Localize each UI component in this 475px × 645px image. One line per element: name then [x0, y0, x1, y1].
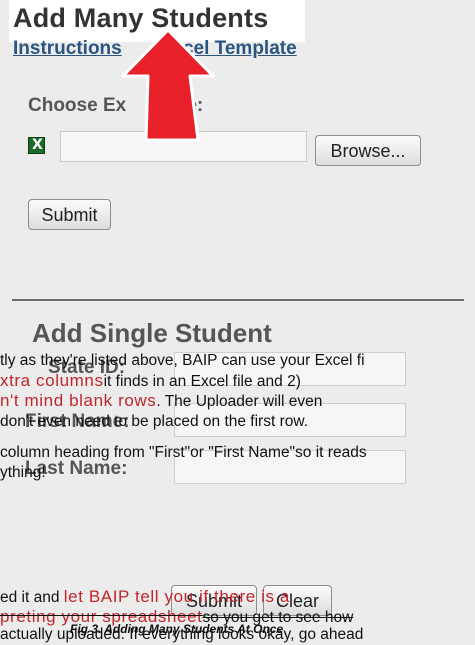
upload-submit-button[interactable]: Submit [28, 199, 111, 230]
browse-button[interactable]: Browse... [315, 135, 421, 166]
figure-caption: Fig 3. Adding Many Students At Once [70, 622, 284, 636]
article-line-2: xtra columnsit finds in an Excel file an… [0, 372, 301, 391]
article-line-4: don't even need to be placed on the firs… [0, 413, 309, 430]
article-line-1: tly as they're listed above, BAIP can us… [0, 352, 365, 369]
instructions-link[interactable]: Instructions [13, 38, 122, 59]
article-line-2-highlight: xtra columns [0, 371, 104, 390]
excel-icon [28, 137, 45, 154]
choose-file-label-left: Choose Ex [28, 95, 127, 116]
article-line-3-text: . The Uploader will even [156, 393, 323, 410]
article-line-7: ed it and let BAIP tell you if there is … [0, 588, 290, 607]
article-line-7-highlight: let BAIP tell you if there is a [63, 587, 290, 606]
article-line-3: n't mind blank rows. The Uploader will e… [0, 392, 322, 411]
single-student-title: Add Single Student [32, 318, 272, 348]
article-line-5: column heading from "First"or "First Nam… [0, 444, 367, 461]
article-line-6: ything! [0, 464, 46, 481]
article-line-7-text: ed it and [0, 589, 64, 606]
section-divider [12, 299, 464, 301]
article-line-3-highlight: n't mind blank rows [0, 391, 157, 410]
upload-panel: Add Many Students Instructions Excel Temp… [0, 0, 475, 645]
article-line-2-text: it finds in an Excel file and 2) [103, 373, 301, 390]
red-arrow-icon [121, 28, 215, 142]
